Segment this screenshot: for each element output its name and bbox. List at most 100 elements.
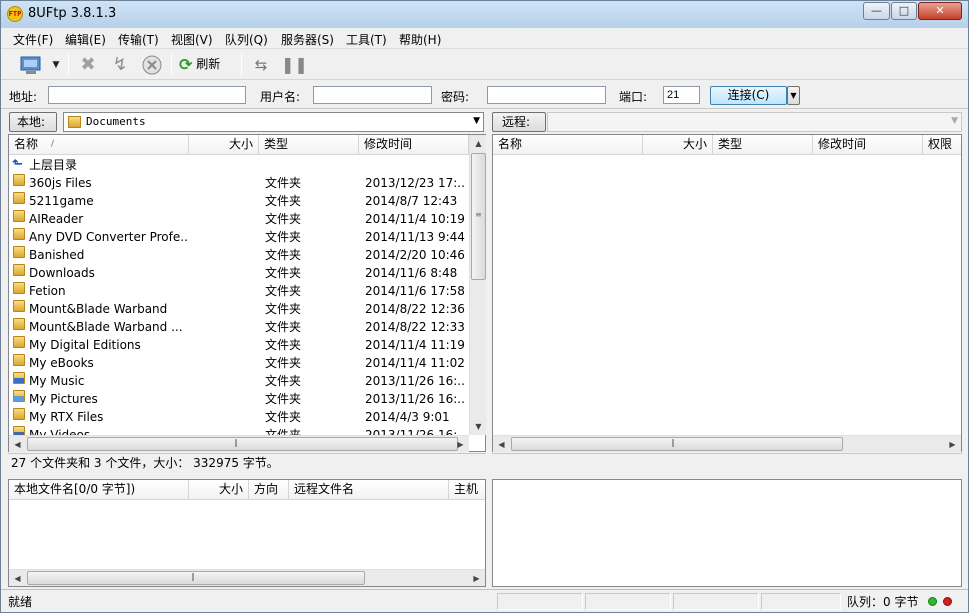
led-green-icon — [928, 597, 937, 606]
file-modified: 2014/11/6 17:58 — [365, 284, 465, 298]
pause-icon[interactable]: ❚❚ — [281, 54, 308, 76]
title-bar[interactable]: FTP 8UFtp 3.8.1.3 — □ ✕ — [1, 1, 968, 28]
grip-icon: ≡ — [475, 210, 482, 219]
menu-edit[interactable]: 编辑(E) — [65, 31, 106, 48]
file-name: Banished — [29, 248, 85, 262]
disconnect-icon[interactable]: ✖ — [76, 54, 100, 76]
status-cell — [585, 593, 671, 610]
menu-file[interactable]: 文件(F) — [13, 31, 53, 48]
local-file-row[interactable]: My Music 文件夹 2013/11/26 16:... — [9, 372, 469, 390]
local-file-row[interactable]: My Videos 文件夹 2013/11/26 16:... — [9, 426, 469, 435]
password-input[interactable] — [487, 86, 606, 104]
close-button[interactable]: ✕ — [918, 2, 962, 20]
folder-icon — [13, 354, 25, 366]
menu-server[interactable]: 服务器(S) — [281, 31, 334, 48]
menu-transfer[interactable]: 传输(T) — [118, 31, 159, 48]
computer-icon — [20, 56, 41, 74]
folder-icon — [13, 336, 25, 348]
scroll-left-icon[interactable]: ◀ — [493, 436, 510, 453]
grip-icon: ‖ — [234, 438, 238, 447]
local-horizontal-scrollbar[interactable]: ◀ ‖ ▶ — [9, 435, 469, 452]
menu-help[interactable]: 帮助(H) — [399, 31, 441, 48]
local-file-row[interactable]: Banished 文件夹 2014/2/20 10:46 — [9, 246, 469, 264]
video-folder-icon — [13, 426, 25, 435]
scroll-up-icon[interactable]: ▲ — [470, 135, 487, 152]
file-type: 文件夹 — [265, 356, 302, 370]
local-vertical-scrollbar[interactable]: ▲ ≡ ▼ — [469, 135, 486, 435]
folder-icon — [13, 246, 25, 258]
local-file-row[interactable]: Mount&Blade Warband ... 文件夹 2014/8/22 12:3… — [9, 318, 469, 336]
log-panel[interactable] — [492, 479, 962, 587]
status-bar: 就绪 队列：0 字节 — [1, 589, 968, 612]
scroll-right-icon[interactable]: ▶ — [452, 436, 469, 453]
site-manager-button[interactable] — [17, 54, 45, 76]
remote-file-list[interactable]: 名称 大小 类型 修改时间 权限 ◀ ‖ ▶ — [492, 134, 962, 452]
refresh-button[interactable]: ⟳ 刷新 — [179, 54, 235, 76]
username-label: 用户名: — [260, 90, 301, 104]
remote-col-type[interactable]: 类型 — [713, 135, 813, 155]
queue-hscroll-thumb[interactable] — [27, 571, 365, 585]
transfer-toggle-icon[interactable]: ⇆ — [249, 54, 273, 76]
remote-col-size[interactable]: 大小 — [643, 135, 713, 155]
file-modified: 2014/11/4 10:19 — [365, 212, 465, 226]
transfer-queue-list[interactable]: 本地文件名[0/0 字节]) 大小 方向 远程文件名 主机 ◀ ‖ ▶ — [8, 479, 486, 587]
remote-path-combo[interactable]: ▼ — [547, 112, 962, 132]
remote-col-name[interactable]: 名称 — [493, 135, 643, 155]
queue-col-remote[interactable]: 远程文件名 — [289, 480, 449, 500]
local-file-row[interactable]: My eBooks 文件夹 2014/11/4 11:02 — [9, 354, 469, 372]
remote-label[interactable]: 远程: — [492, 112, 546, 132]
maximize-button[interactable]: □ — [891, 2, 917, 20]
username-input[interactable] — [313, 86, 432, 104]
menu-queue[interactable]: 队列(Q) — [225, 31, 268, 48]
queue-col-direction[interactable]: 方向 — [249, 480, 289, 500]
file-type: 文件夹 — [265, 212, 302, 226]
connect-button[interactable]: 连接(C) — [710, 86, 787, 105]
local-file-row[interactable]: My Digital Editions 文件夹 2014/11/4 11:19 — [9, 336, 469, 354]
local-file-list[interactable]: 名称 / 大小 类型 修改时间 ⬑ 上层目录 360js Files 文件夹 201… — [8, 134, 486, 452]
local-file-row[interactable]: My Pictures 文件夹 2013/11/26 16:... — [9, 390, 469, 408]
queue-col-local[interactable]: 本地文件名[0/0 字节]) — [9, 480, 189, 500]
local-file-row[interactable]: 5211game 文件夹 2014/8/7 12:43 — [9, 192, 469, 210]
scroll-right-icon[interactable]: ▶ — [468, 570, 485, 587]
queue-horizontal-scrollbar[interactable]: ◀ ‖ ▶ — [9, 569, 485, 586]
stop-icon[interactable] — [140, 54, 164, 76]
scroll-left-icon[interactable]: ◀ — [9, 570, 26, 587]
connect-dropdown-icon[interactable]: ▼ — [787, 86, 800, 105]
folder-icon — [13, 300, 25, 312]
queue-col-host[interactable]: 主机 — [449, 480, 485, 500]
file-type: 文件夹 — [265, 176, 302, 190]
scroll-down-icon[interactable]: ▼ — [470, 418, 487, 435]
local-file-row[interactable]: Fetion 文件夹 2014/11/6 17:58 — [9, 282, 469, 300]
local-file-row[interactable]: Mount&Blade Warband 文件夹 2014/8/22 12:36 — [9, 300, 469, 318]
password-label: 密码: — [441, 90, 470, 104]
local-file-row[interactable]: AIReader 文件夹 2014/11/4 10:19 — [9, 210, 469, 228]
menu-view[interactable]: 视图(V) — [171, 31, 213, 48]
local-hscroll-thumb[interactable] — [27, 437, 458, 451]
grip-icon: ‖ — [191, 572, 195, 581]
menu-tools[interactable]: 工具(T) — [346, 31, 387, 48]
local-file-row[interactable]: Any DVD Converter Profe... 文件夹 2014/11/13 … — [9, 228, 469, 246]
lightning-icon[interactable]: ↯ — [108, 54, 132, 76]
remote-path-dropdown-icon[interactable]: ▼ — [951, 116, 958, 126]
local-path-combo[interactable]: Documents ▼ — [63, 112, 484, 132]
remote-hscroll-thumb[interactable] — [511, 437, 843, 451]
file-type: 文件夹 — [265, 194, 302, 208]
local-label[interactable]: 本地: — [9, 112, 57, 132]
local-file-row[interactable]: Downloads 文件夹 2014/11/6 8:48 — [9, 264, 469, 282]
local-file-row[interactable]: My RTX Files 文件夹 2014/4/3 9:01 — [9, 408, 469, 426]
remote-horizontal-scrollbar[interactable]: ◀ ‖ ▶ — [493, 435, 961, 452]
file-name: Mount&Blade Warband — [29, 302, 168, 316]
minimize-button[interactable]: — — [863, 2, 890, 20]
site-manager-dropdown-icon[interactable]: ▼ — [49, 54, 63, 76]
remote-col-modified[interactable]: 修改时间 — [813, 135, 923, 155]
scroll-left-icon[interactable]: ◀ — [9, 436, 26, 453]
local-path-dropdown-icon[interactable]: ▼ — [473, 116, 480, 126]
queue-col-size[interactable]: 大小 — [189, 480, 249, 500]
port-input[interactable] — [663, 86, 700, 104]
file-modified: 2014/8/22 12:36 — [365, 302, 465, 316]
local-file-row[interactable]: 360js Files 文件夹 2013/12/23 17:... — [9, 174, 469, 192]
file-type: 文件夹 — [265, 266, 302, 280]
scroll-right-icon[interactable]: ▶ — [944, 436, 961, 453]
address-input[interactable] — [48, 86, 246, 104]
remote-col-permissions[interactable]: 权限 — [923, 135, 961, 155]
